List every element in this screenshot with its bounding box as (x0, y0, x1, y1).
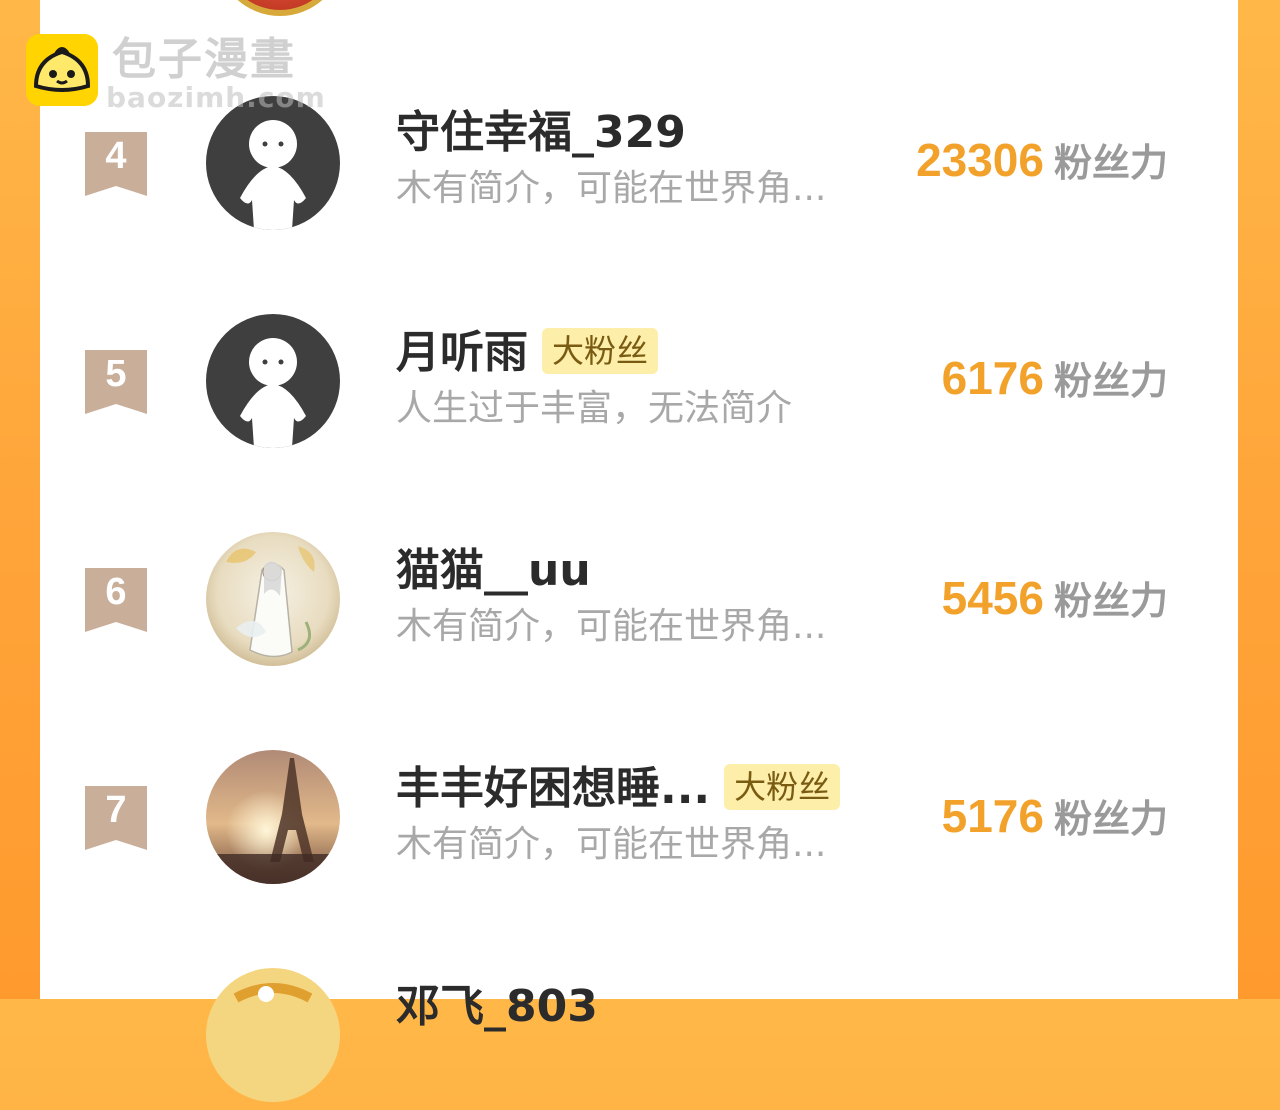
score-unit: 粉丝力 (1053, 579, 1168, 623)
fan-row[interactable]: 7 丰丰好困想睡... 大粉丝 木有简介，可能在世界角... 5176 粉丝力 (40, 742, 1238, 892)
fan-bio: 人生过于丰富，无法简介 (396, 388, 793, 429)
illustration-avatar[interactable] (206, 532, 340, 666)
fan-score: 5456 粉丝力 (942, 570, 1168, 637)
rank-number: 6 (105, 571, 127, 613)
watermark: 包子漫畫 baozimh.com (26, 34, 326, 114)
score-value: 5176 (941, 790, 1044, 842)
rank-flag: 5 (85, 350, 147, 414)
fan-name[interactable]: 猫猫__uu (396, 544, 591, 598)
watermark-title: 包子漫畫 (112, 34, 296, 85)
rank-flag: 4 (85, 132, 147, 196)
fan-score: 6176 粉丝力 (942, 350, 1168, 417)
rank-flag: 6 (85, 568, 147, 632)
fan-bio: 木有简介，可能在世界角... (396, 168, 827, 209)
big-fan-badge: 大粉丝 (724, 764, 841, 810)
rank-flag: 7 (85, 786, 147, 850)
default-avatar-icon[interactable] (206, 96, 340, 230)
rank-number: 7 (105, 789, 127, 831)
rank-number: 5 (105, 353, 127, 395)
fan-row[interactable]: 邓飞_803 (40, 960, 1238, 1110)
score-unit: 粉丝力 (1053, 797, 1168, 841)
score-unit: 粉丝力 (1053, 359, 1168, 403)
partial-avatar[interactable] (206, 968, 340, 1102)
fan-name-text[interactable]: 猫猫__uu (396, 545, 591, 596)
score-value: 6176 (941, 352, 1044, 404)
bun-logo-icon (26, 34, 98, 106)
score-value: 23306 (916, 134, 1044, 186)
watermark-subtitle: baozimh.com (106, 81, 326, 114)
fan-row[interactable]: 5 月听雨 大粉丝 人生过于丰富，无法简介 6176 粉丝力 (40, 306, 1238, 456)
fan-bio: 木有简介，可能在世界角... (396, 824, 827, 865)
fan-name[interactable]: 月听雨 大粉丝 (396, 326, 659, 380)
fan-name-text[interactable]: 守住幸福_329 (396, 107, 686, 158)
fan-row[interactable]: 6 猫猫__uu 木有简介，可能在世界角... 5456 粉丝力 (40, 524, 1238, 674)
rank-number: 4 (105, 135, 127, 177)
big-fan-badge: 大粉丝 (542, 328, 659, 374)
fan-bio: 木有简介，可能在世界角... (396, 606, 827, 647)
score-unit: 粉丝力 (1053, 141, 1168, 185)
fan-name[interactable]: 守住幸福_329 (396, 106, 686, 160)
fan-name[interactable]: 丰丰好困想睡... 大粉丝 (396, 762, 841, 816)
fan-score: 5176 粉丝力 (942, 788, 1168, 855)
fan-score: 23306 粉丝力 (916, 132, 1168, 199)
eiffel-tower-avatar[interactable] (206, 750, 340, 884)
score-value: 5456 (941, 572, 1044, 624)
fan-name-text[interactable]: 月听雨 (396, 327, 528, 378)
fan-name[interactable]: 邓飞_803 (396, 980, 598, 1034)
default-avatar-icon[interactable] (206, 314, 340, 448)
fan-name-text[interactable]: 丰丰好困想睡... (396, 763, 710, 814)
fan-name-text[interactable]: 邓飞_803 (396, 981, 598, 1032)
